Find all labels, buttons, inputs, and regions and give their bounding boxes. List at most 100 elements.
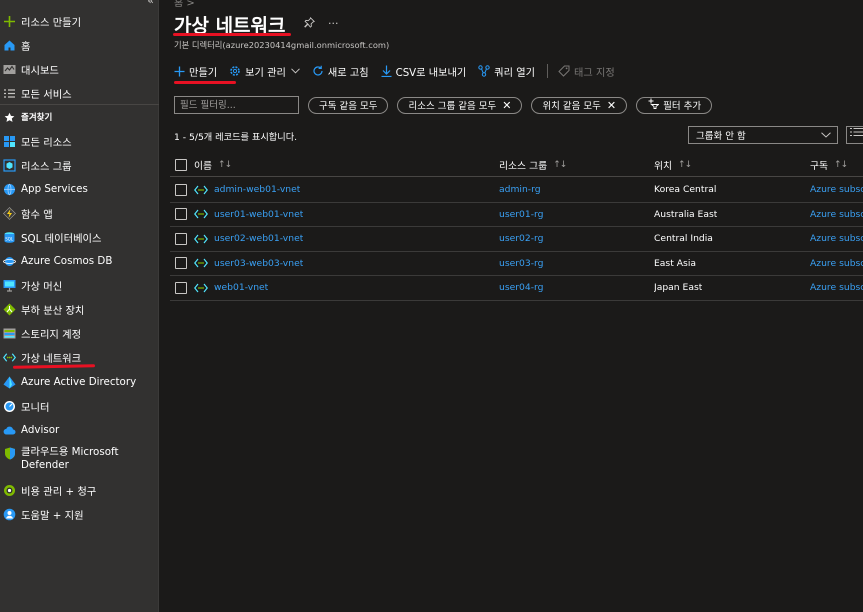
resource-name-link[interactable]: admin-web01-vnet [214, 184, 300, 195]
sidebar-item-help-support[interactable]: 도움말 + 지원 [0, 503, 159, 525]
row-checkbox-cell [175, 252, 187, 276]
sidebar-item-resource-groups[interactable]: 리소스 그룹 [0, 154, 159, 176]
add-filter-button[interactable]: 필터 추가 [636, 96, 713, 114]
cost-icon [3, 484, 16, 497]
sidebar-item-label: 즐겨찾기 [21, 113, 53, 123]
resource-name-link[interactable]: user02-web01-vnet [214, 233, 303, 244]
row-checkbox[interactable] [175, 281, 187, 294]
column-header-resource-group[interactable]: 리소스 그룹 ↑↓ [499, 153, 566, 176]
row-checkbox[interactable] [175, 232, 187, 245]
export-csv-button[interactable]: CSV로 내보내기 [381, 64, 467, 79]
home-icon [3, 39, 16, 52]
sidebar-item-virtual-machines[interactable]: 가상 머신 [0, 274, 159, 296]
resource-group-link[interactable]: admin-rg [499, 178, 541, 202]
open-query-button[interactable]: 쿼리 열기 [478, 64, 535, 79]
query-icon [478, 65, 490, 77]
table-row: user03-web03-vnet user03-rg East Asia Az… [170, 252, 863, 276]
subscription-filter-pill[interactable]: 구독 같음 모두 [308, 96, 389, 114]
list-icon [3, 87, 16, 100]
column-header-label: 위치 [654, 160, 673, 172]
sidebar-item-cosmos-db[interactable]: Azure Cosmos DB [0, 250, 159, 272]
sidebar-item-advisor[interactable]: Advisor [0, 419, 159, 441]
toolbar-divider [546, 64, 548, 78]
sidebar-item-monitor[interactable]: 모니터 [0, 395, 159, 417]
subscription-link[interactable]: Azure subsc [810, 252, 863, 276]
sidebar-item-all-resources[interactable]: 모든 리소스 [0, 130, 159, 152]
sidebar-item-label: 스토리지 계정 [21, 328, 82, 341]
sidebar-item-azure-ad[interactable]: Azure Active Directory [0, 371, 159, 393]
sidebar-item-create-resource[interactable]: 리소스 만들기 [0, 10, 159, 32]
pin-icon[interactable] [304, 16, 315, 31]
sidebar-item-home[interactable]: 홈 [0, 34, 159, 56]
sort-icon[interactable]: ↑↓ [553, 160, 566, 170]
location-cell: Central India [654, 233, 713, 245]
row-checkbox[interactable] [175, 208, 187, 221]
collapse-sidebar-icon[interactable]: « [147, 0, 154, 7]
close-icon[interactable]: ✕ [502, 99, 511, 112]
command-bar: 만들기 보기 관리 새로 고침 CSV로 내보내기 쿼리 열기 태그 지정 [174, 62, 627, 80]
sidebar-item-defender[interactable]: 클라우드용 Microsoft Defender [0, 446, 159, 474]
resource-name-link[interactable]: user03-web03-vnet [214, 258, 303, 269]
breadcrumb[interactable]: 홈 > [174, 0, 195, 9]
table-row: user01-web01-vnet user01-rg Australia Ea… [170, 203, 863, 227]
resource-group-link[interactable]: user02-rg [499, 227, 544, 251]
create-button[interactable]: 만들기 [174, 64, 217, 79]
manage-view-label: 보기 관리 [245, 67, 286, 79]
field-filter-input[interactable] [174, 96, 299, 114]
location-cell: East Asia [654, 257, 696, 269]
sidebar-item-dashboard[interactable]: 대시보드 [0, 58, 159, 80]
sidebar-favorites-header: 즐겨찾기 [0, 106, 159, 128]
sidebar-item-label: SQL 데이터베이스 [21, 232, 102, 245]
grouping-dropdown[interactable]: 그룹화 안 함 [688, 126, 838, 144]
vnet-icon [3, 351, 16, 364]
vnet-icon [194, 185, 208, 195]
list-view-toggle-icon[interactable] [846, 126, 863, 144]
record-count: 1 - 5/5개 레코드를 표시합니다. [174, 132, 298, 143]
row-checkbox-cell [175, 178, 187, 202]
lightning-icon [3, 206, 16, 220]
close-icon[interactable]: ✕ [607, 99, 616, 112]
sidebar-item-label: 함수 앱 [21, 208, 53, 221]
more-options-icon[interactable]: ··· [328, 17, 339, 31]
location-filter-pill[interactable]: 위치 같음 모두 ✕ [531, 96, 628, 114]
subscription-link[interactable]: Azure subsc [810, 276, 863, 300]
left-nav-sidebar: « 리소스 만들기 홈 대시보드 모든 서비스 즐겨찾기 모든 리소스 리소스 … [0, 0, 159, 612]
sidebar-item-function-app[interactable]: 함수 앱 [0, 202, 159, 224]
sidebar-item-label: 모든 리소스 [21, 136, 72, 149]
row-checkbox[interactable] [175, 183, 187, 196]
subscription-link[interactable]: Azure subsc [810, 203, 863, 227]
open-query-label: 쿼리 열기 [494, 67, 535, 79]
select-all-checkbox[interactable] [175, 158, 187, 171]
vnet-icon [194, 283, 208, 293]
column-header-subscription[interactable]: 구독 ↑↓ [810, 153, 847, 176]
planet-icon [3, 255, 16, 268]
resource-name-link[interactable]: web01-vnet [214, 282, 268, 293]
sidebar-item-storage-accounts[interactable]: 스토리지 계정 [0, 322, 159, 344]
sidebar-item-cost-management[interactable]: 비용 관리 + 청구 [0, 479, 159, 501]
subscription-link[interactable]: Azure subsc [810, 227, 863, 251]
sort-icon[interactable]: ↑↓ [834, 160, 847, 170]
refresh-label: 새로 고침 [327, 67, 369, 79]
annotation-underline-sidebar [12, 364, 96, 369]
sort-icon[interactable]: ↑↓ [218, 160, 231, 170]
page-subtitle: 기본 디렉터리(azure20230414gmail.onmicrosoft.c… [174, 40, 390, 50]
sidebar-item-sql-databases[interactable]: SQL SQL 데이터베이스 [0, 226, 159, 248]
assign-tags-button[interactable]: 태그 지정 [558, 64, 615, 79]
resource-group-link[interactable]: user04-rg [499, 276, 544, 300]
resource-name-link[interactable]: user01-web01-vnet [214, 209, 303, 220]
refresh-button[interactable]: 새로 고침 [312, 64, 369, 79]
row-checkbox[interactable] [175, 257, 187, 270]
subscription-link[interactable]: Azure subsc [810, 178, 863, 202]
sort-icon[interactable]: ↑↓ [678, 160, 691, 170]
column-header-location[interactable]: 위치 ↑↓ [654, 153, 691, 176]
resource-group-link[interactable]: user03-rg [499, 252, 544, 276]
resource-group-link[interactable]: user01-rg [499, 203, 544, 227]
person-icon [3, 508, 16, 521]
export-csv-label: CSV로 내보내기 [395, 67, 467, 79]
manage-view-button[interactable]: 보기 관리 [229, 64, 300, 79]
sidebar-item-app-services[interactable]: App Services [0, 178, 159, 200]
resource-group-filter-pill[interactable]: 리소스 그룹 같음 모두 ✕ [397, 96, 523, 114]
sidebar-item-load-balancers[interactable]: 부하 분산 장치 [0, 298, 159, 320]
column-header-name[interactable]: 이름 ↑↓ [194, 153, 231, 176]
sidebar-item-all-services[interactable]: 모든 서비스 [0, 82, 159, 104]
